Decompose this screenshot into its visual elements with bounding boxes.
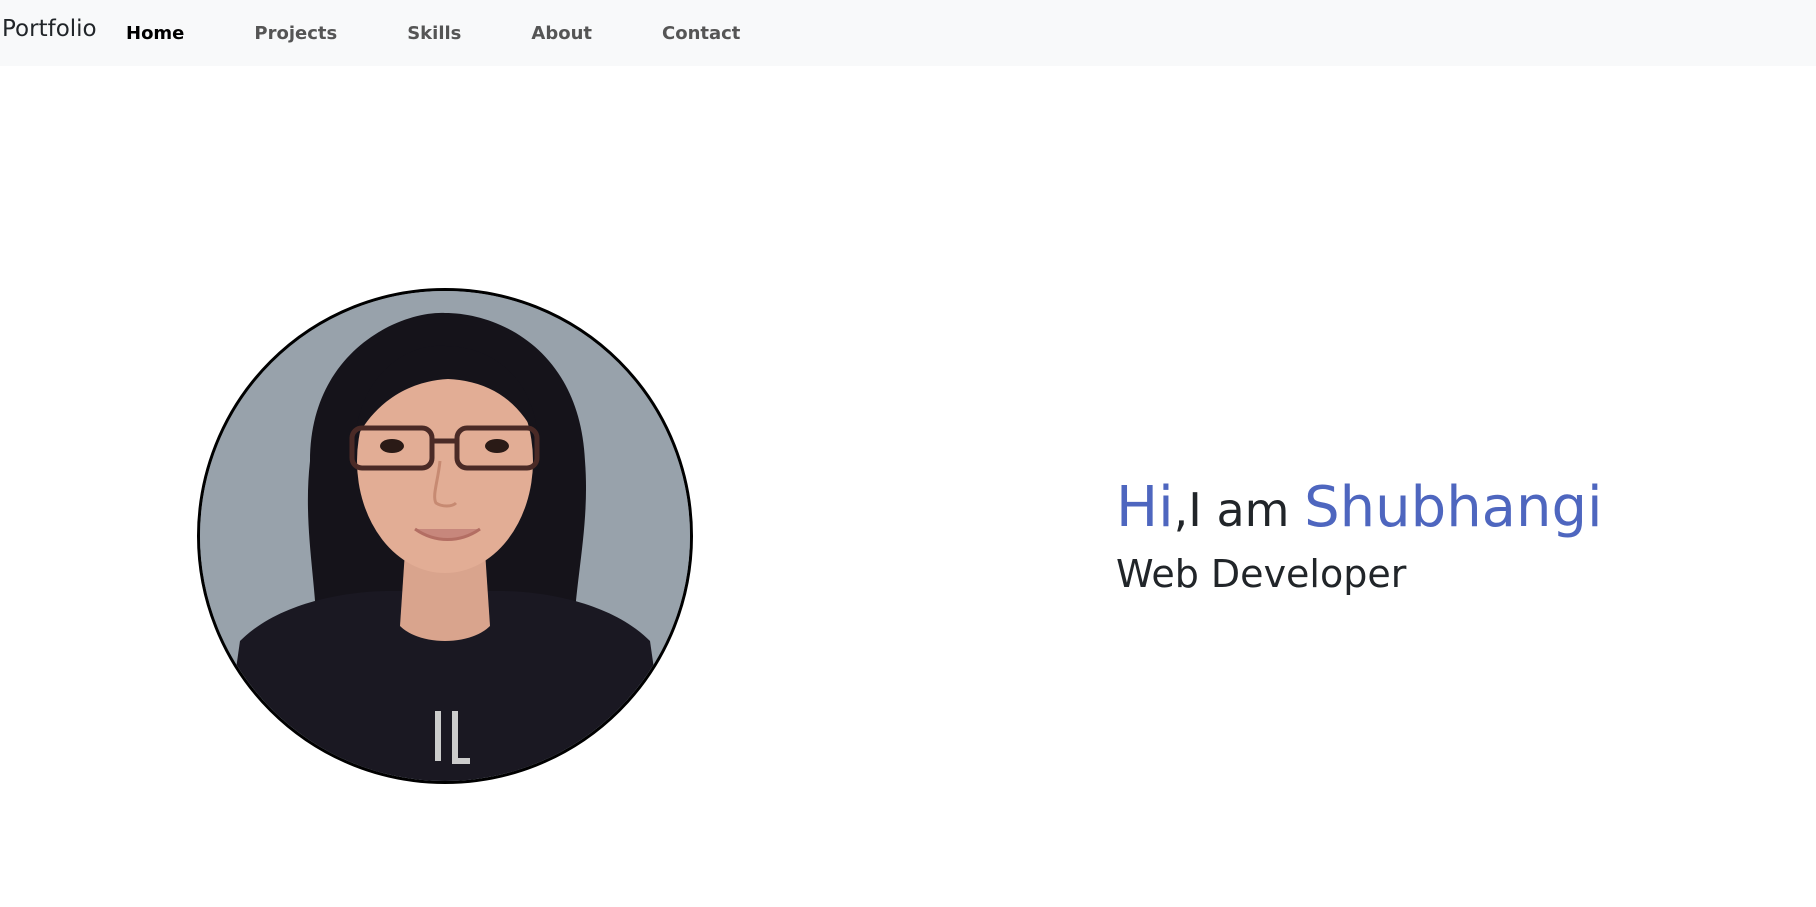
profile-portrait-illustration bbox=[200, 291, 690, 781]
nav-link-home[interactable]: Home bbox=[126, 23, 184, 44]
navbar: Portfolio Home Projects Skills About Con… bbox=[0, 0, 1816, 66]
nav-link-projects[interactable]: Projects bbox=[254, 23, 337, 44]
nav-link-skills[interactable]: Skills bbox=[407, 23, 461, 44]
nav-links: Home Projects Skills About Contact bbox=[126, 0, 740, 66]
hero-role: Web Developer bbox=[1116, 552, 1407, 596]
hero-name: Shubhangi bbox=[1304, 475, 1603, 540]
nav-link-about[interactable]: About bbox=[531, 23, 592, 44]
profile-photo bbox=[197, 288, 693, 784]
hero-intro: Hi,I am Shubhangi Web Developer bbox=[1116, 470, 1776, 600]
hero-greeting: Hi,I am Shubhangi bbox=[1116, 470, 1776, 548]
brand-link[interactable]: Portfolio bbox=[2, 16, 97, 42]
nav-link-contact[interactable]: Contact bbox=[662, 23, 740, 44]
greeting-mid: ,I am bbox=[1173, 483, 1305, 537]
greeting-hi: Hi bbox=[1116, 475, 1174, 540]
